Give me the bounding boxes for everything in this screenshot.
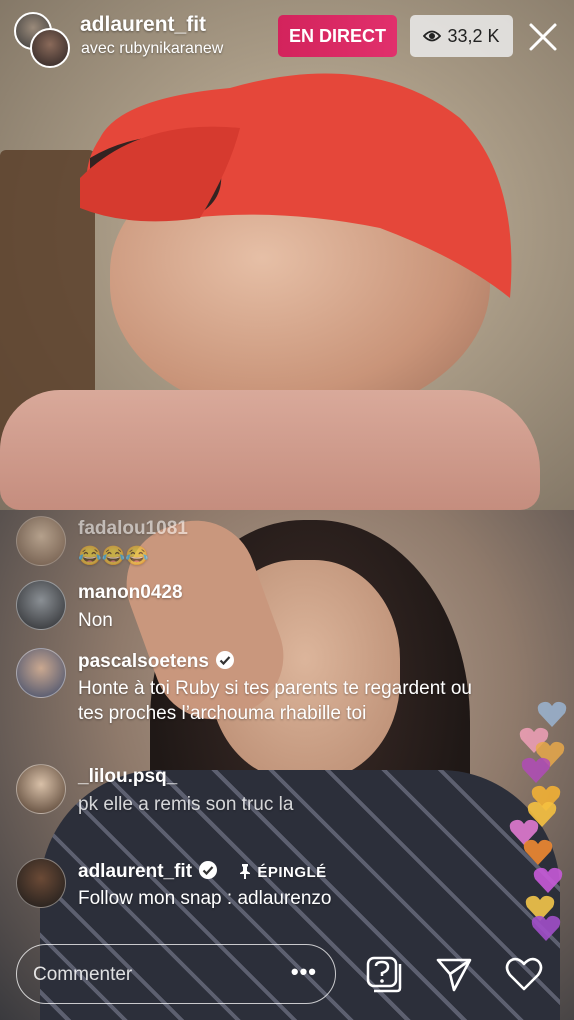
comment-input[interactable]: Commenter ••• [16,944,336,1004]
pinned-label: ÉPINGLÉ [239,864,326,881]
verified-badge-icon [215,651,234,669]
more-options-button[interactable]: ••• [291,959,317,985]
heart-icon[interactable] [504,954,544,994]
comment-username[interactable]: _lilou.psq_ [78,766,177,788]
viewer-count-badge[interactable]: 33,2 K [410,15,513,57]
host-avatars[interactable] [14,12,70,68]
comment-username-text[interactable]: adlaurent_fit [78,861,192,882]
host-hand [0,390,540,510]
comment-item[interactable]: pascalsoetens Honte à toi Ruby si tes pa… [16,648,516,748]
comment-avatar[interactable] [16,858,66,908]
heart-icon [537,701,567,727]
red-cap [80,73,512,298]
pinned-label-text: ÉPINGLÉ [257,864,327,881]
comment-username[interactable]: fadalou1081 [78,518,188,540]
guest-avatar[interactable] [30,28,70,68]
comment-item[interactable]: manon0428 Non [16,580,516,632]
comment-text: Non [78,610,113,631]
heart-icon [521,757,551,783]
comment-avatar[interactable] [16,648,66,698]
comment-placeholder: Commenter [33,964,133,985]
comment-item[interactable]: _lilou.psq_ pk elle a remis son truc la [16,764,516,816]
pinned-comment[interactable]: adlaurent_fit ÉPINGLÉ Follow mon snap : … [16,858,516,910]
comment-text: Follow mon snap : adlaurenzo [78,888,332,909]
guest-line[interactable]: avec rubynikaranew [81,40,223,58]
comment-text: 😂😂😂 [78,546,149,567]
pin-icon [240,864,251,879]
verified-badge-icon [199,861,218,879]
comment-item[interactable]: fadalou1081 😂😂😂 [16,516,516,568]
comment-text: Honte à toi Ruby si tes parents te regar… [78,678,472,724]
live-header: adlaurent_fit avec rubynikaranew EN DIRE… [0,0,574,80]
comment-username-text[interactable]: pascalsoetens [78,651,209,672]
live-badge: EN DIRECT [278,15,397,57]
close-icon[interactable] [526,20,560,54]
bottom-actions: Commenter ••• [0,940,574,1010]
comment-username[interactable]: manon0428 [78,582,183,604]
comment-username[interactable]: adlaurent_fit ÉPINGLÉ [78,860,327,883]
send-icon[interactable] [434,954,474,994]
comment-avatar[interactable] [16,516,66,566]
heart-icon [523,839,553,865]
comment-username[interactable]: pascalsoetens [78,650,235,673]
comment-avatar[interactable] [16,580,66,630]
question-box-icon[interactable] [364,954,404,994]
heart-icon [531,915,561,941]
eye-icon [423,30,442,42]
heart-icon [533,867,563,893]
comment-text: pk elle a remis son truc la [78,794,294,815]
viewer-count: 33,2 K [447,25,500,46]
comment-avatar[interactable] [16,764,66,814]
host-username[interactable]: adlaurent_fit [80,13,206,37]
